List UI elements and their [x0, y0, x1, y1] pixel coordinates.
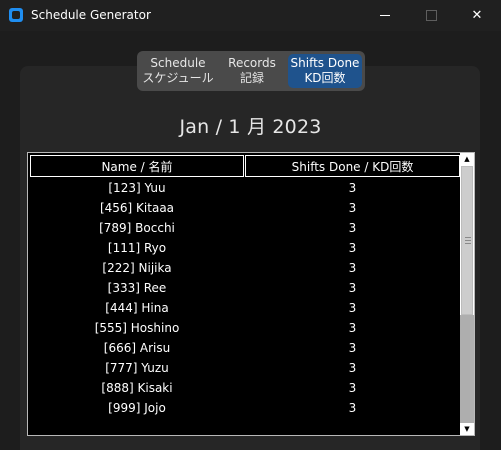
table-row[interactable]: [123] Yuu 3	[30, 178, 460, 198]
cell-count: 3	[348, 341, 357, 355]
cell-name: [333] Ree	[107, 281, 167, 295]
maximize-button[interactable]	[408, 0, 454, 31]
shifts-table: Name / 名前 Shifts Done / KD回数 [123] Yuu 3…	[27, 152, 475, 436]
cell-count: 3	[348, 301, 357, 315]
tab-selector: Schedule スケジュール Records 記録 Shifts Done K…	[137, 51, 365, 91]
window-title: Schedule Generator	[31, 8, 151, 22]
vertical-scrollbar[interactable]: ▲ ▼	[460, 153, 474, 435]
title-bar: Schedule Generator ✕	[0, 0, 501, 31]
tab-shifts-done-label-jp: KD回数	[304, 71, 346, 85]
tab-records[interactable]: Records 記録	[216, 54, 288, 88]
tab-schedule-label-jp: スケジュール	[142, 71, 214, 85]
cell-name: [777] Yuzu	[105, 361, 169, 375]
cell-name: [999] Jojo	[108, 401, 166, 415]
scrollbar-track[interactable]	[460, 315, 474, 423]
cell-name: [555] Hoshino	[94, 321, 180, 335]
table-row[interactable]: [333] Ree 3	[30, 278, 460, 298]
table-row[interactable]: [999] Jojo 3	[30, 398, 460, 418]
cell-name: [444] Hina	[105, 301, 169, 315]
scrollbar-thumb[interactable]	[461, 166, 473, 315]
cell-name: [111] Ryo	[107, 241, 167, 255]
table-row[interactable]: [777] Yuzu 3	[30, 358, 460, 378]
app-icon	[9, 8, 23, 22]
tab-shifts-done-label-en: Shifts Done	[290, 56, 360, 70]
grip-icon	[465, 237, 471, 244]
scroll-up-arrow-icon[interactable]: ▲	[460, 153, 474, 165]
cell-name: [666] Arisu	[103, 341, 171, 355]
table-row[interactable]: [456] Kitaaa 3	[30, 198, 460, 218]
table-row[interactable]: [789] Bocchi 3	[30, 218, 460, 238]
tab-schedule-label-en: Schedule	[150, 56, 206, 70]
close-button[interactable]: ✕	[454, 0, 500, 31]
table-row[interactable]: [222] Nijika 3	[30, 258, 460, 278]
maximize-icon	[425, 10, 437, 21]
cell-name: [222] Nijika	[102, 261, 172, 275]
cell-count: 3	[348, 261, 357, 275]
column-header-name[interactable]: Name / 名前	[30, 155, 244, 177]
table-row[interactable]: [111] Ryo 3	[30, 238, 460, 258]
scroll-down-arrow-icon[interactable]: ▼	[460, 423, 474, 435]
minimize-button[interactable]	[362, 0, 408, 31]
cell-name: [456] Kitaaa	[99, 201, 175, 215]
table-row[interactable]: [555] Hoshino 3	[30, 318, 460, 338]
cell-count: 3	[348, 381, 357, 395]
tab-schedule[interactable]: Schedule スケジュール	[140, 54, 216, 88]
cell-name: [888] Kisaki	[101, 381, 173, 395]
minimize-icon	[380, 15, 390, 16]
cell-count: 3	[348, 361, 357, 375]
cell-count: 3	[348, 401, 357, 415]
cell-count: 3	[348, 181, 357, 195]
cell-name: [789] Bocchi	[99, 221, 175, 235]
cell-count: 3	[348, 321, 357, 335]
tab-records-label-en: Records	[228, 56, 276, 70]
table-row[interactable]: [888] Kisaki 3	[30, 378, 460, 398]
tab-shifts-done[interactable]: Shifts Done KD回数	[288, 54, 362, 88]
tab-records-label-jp: 記録	[239, 71, 264, 85]
cell-count: 3	[348, 241, 357, 255]
close-icon: ✕	[471, 8, 483, 23]
table-row[interactable]: [444] Hina 3	[30, 298, 460, 318]
cell-count: 3	[348, 281, 357, 295]
cell-name: [123] Yuu	[108, 181, 166, 195]
cell-count: 3	[348, 201, 357, 215]
month-label: Jan / 1 月 2023	[179, 116, 322, 138]
cell-count: 3	[348, 221, 357, 235]
column-header-shifts[interactable]: Shifts Done / KD回数	[245, 155, 460, 177]
table-row[interactable]: [666] Arisu 3	[30, 338, 460, 358]
